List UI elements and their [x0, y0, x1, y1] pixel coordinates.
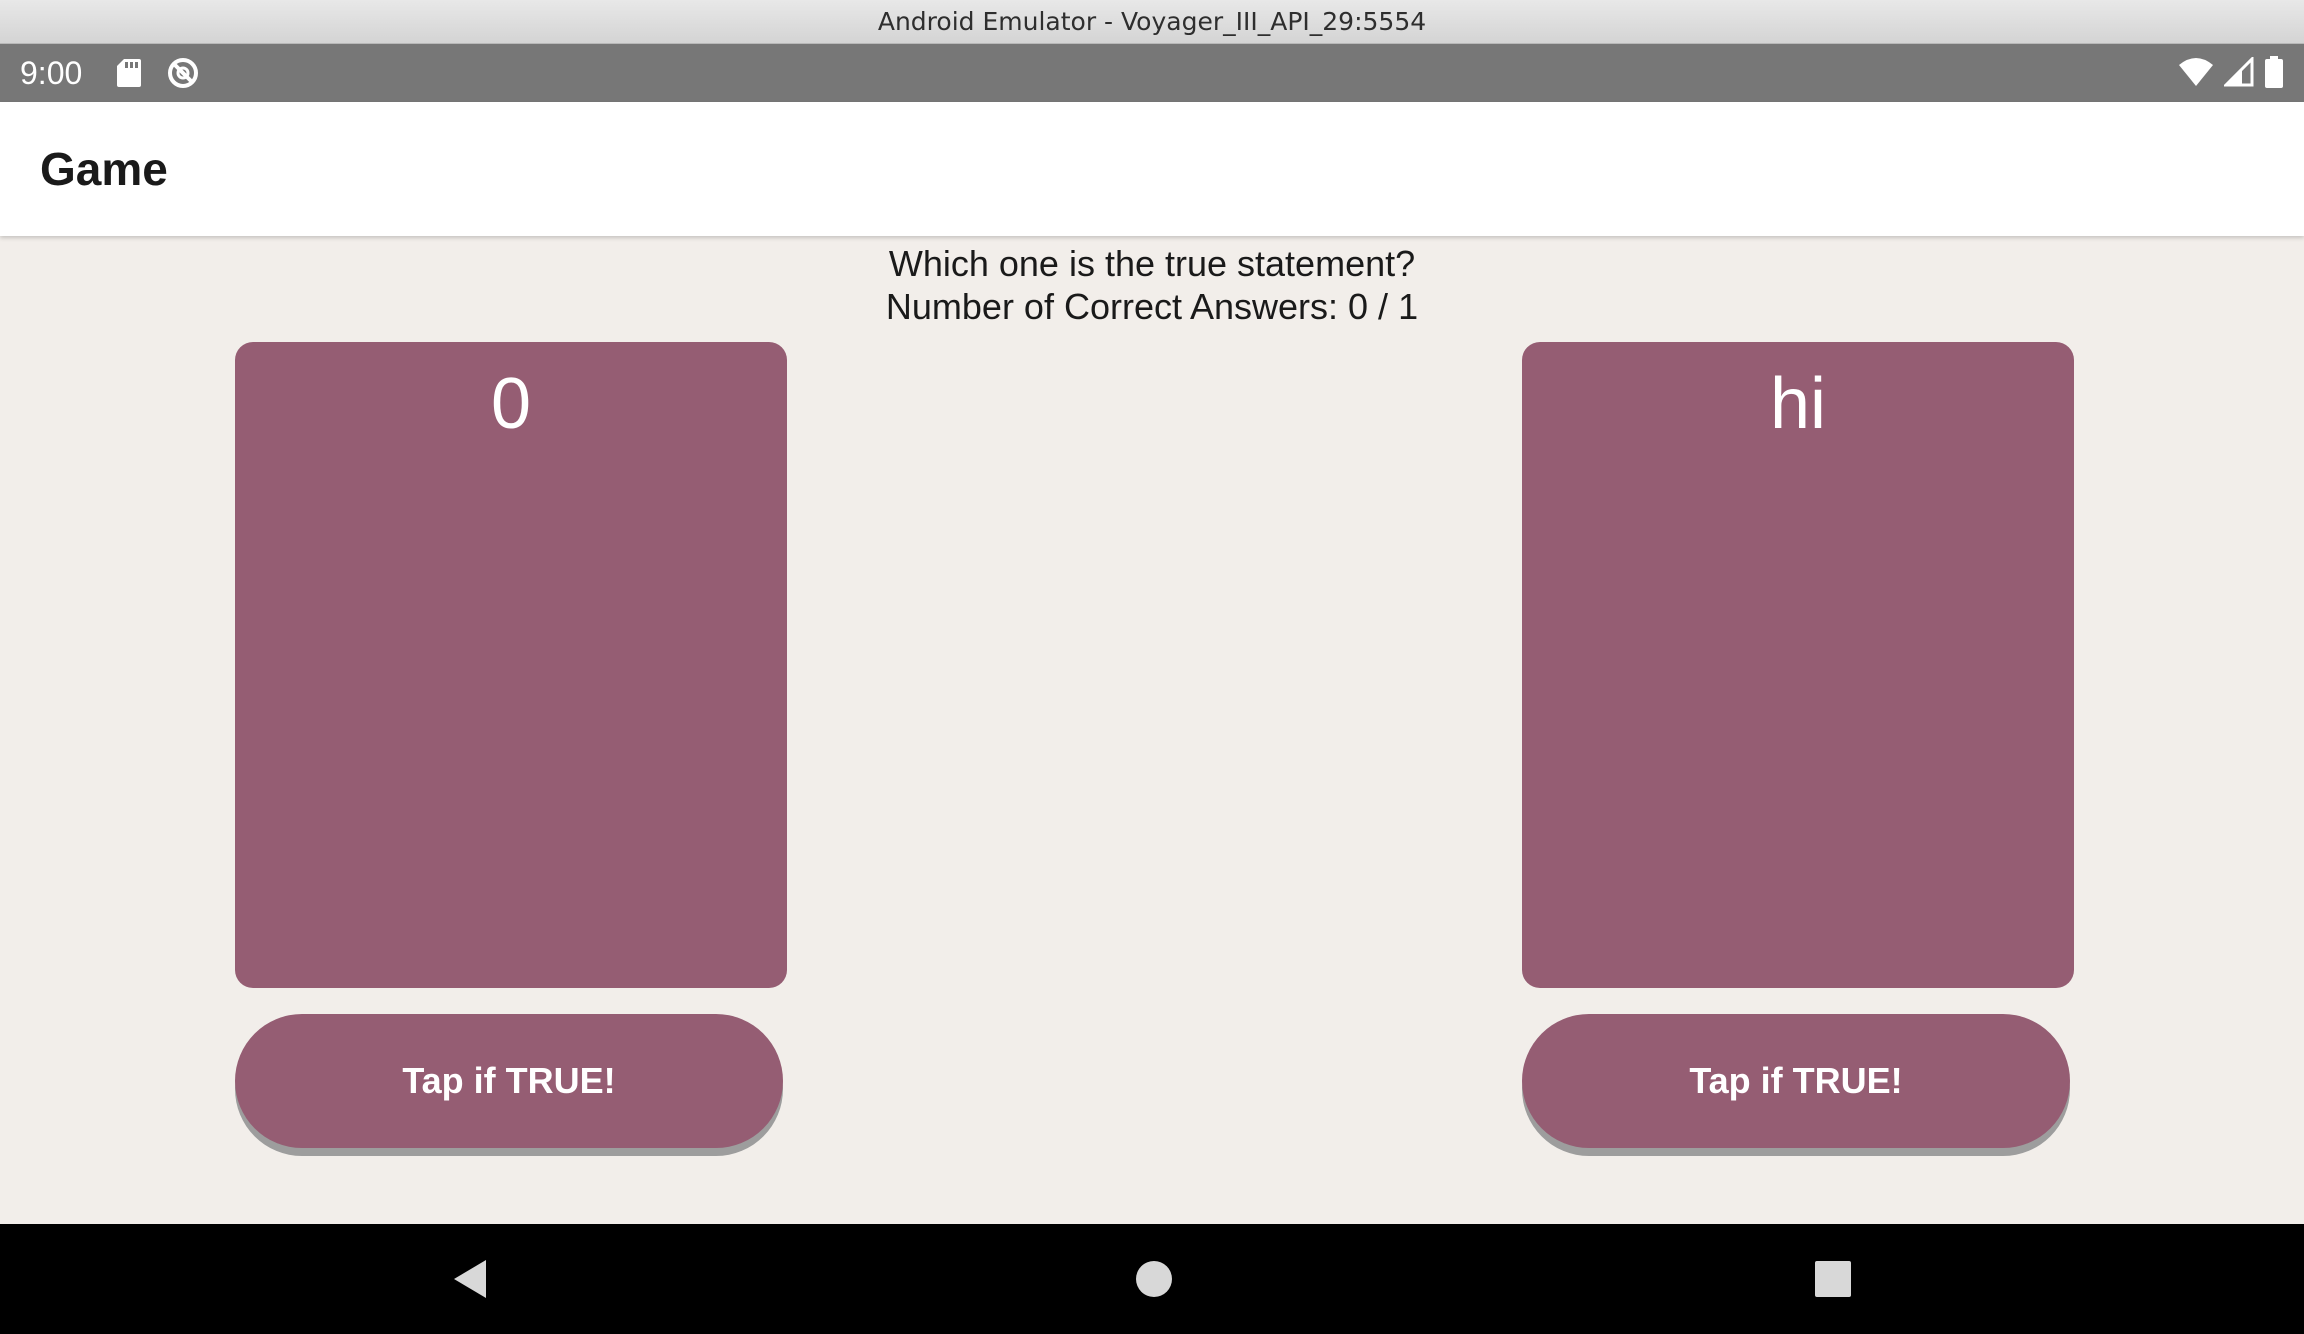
statement-card-right: hi — [1522, 342, 2074, 988]
nav-back-button[interactable] — [420, 1244, 520, 1314]
question-area: Which one is the true statement? Number … — [0, 242, 2304, 328]
emulator-window: Android Emulator - Voyager_III_API_29:55… — [0, 0, 2304, 1334]
home-icon — [1136, 1261, 1172, 1297]
question-text: Which one is the true statement? — [888, 243, 1416, 284]
statement-text: hi — [1769, 364, 1827, 444]
cell-signal-icon — [2222, 55, 2254, 92]
window-title: Android Emulator - Voyager_III_API_29:55… — [877, 7, 1427, 36]
status-time: 9:00 — [20, 55, 83, 91]
statement-card-left: 0 — [235, 342, 787, 988]
statement-text: 0 — [490, 364, 532, 444]
status-left-icons — [116, 56, 200, 95]
window-titlebar[interactable]: Android Emulator - Voyager_III_API_29:55… — [0, 0, 2304, 44]
wifi-icon — [2178, 57, 2214, 92]
nav-home-button[interactable] — [1104, 1244, 1204, 1314]
status-right-icons — [2178, 55, 2284, 93]
sd-card-icon — [116, 58, 142, 93]
page-title: Game — [40, 143, 168, 195]
status-bar: 9:00 — [0, 44, 2304, 102]
game-content: Which one is the true statement? Number … — [0, 236, 2304, 1224]
navigation-bar — [0, 1224, 2304, 1334]
sync-off-icon — [166, 56, 200, 95]
back-icon — [454, 1260, 486, 1298]
nav-recents-button[interactable] — [1783, 1244, 1883, 1314]
battery-icon — [2264, 56, 2284, 93]
app-bar: Game — [0, 102, 2304, 236]
score-text: Number of Correct Answers: 0 / 1 — [885, 286, 1419, 327]
tap-true-button-right[interactable]: Tap if TRUE! — [1522, 1014, 2070, 1148]
recents-icon — [1815, 1261, 1851, 1297]
tap-true-button-left[interactable]: Tap if TRUE! — [235, 1014, 783, 1148]
